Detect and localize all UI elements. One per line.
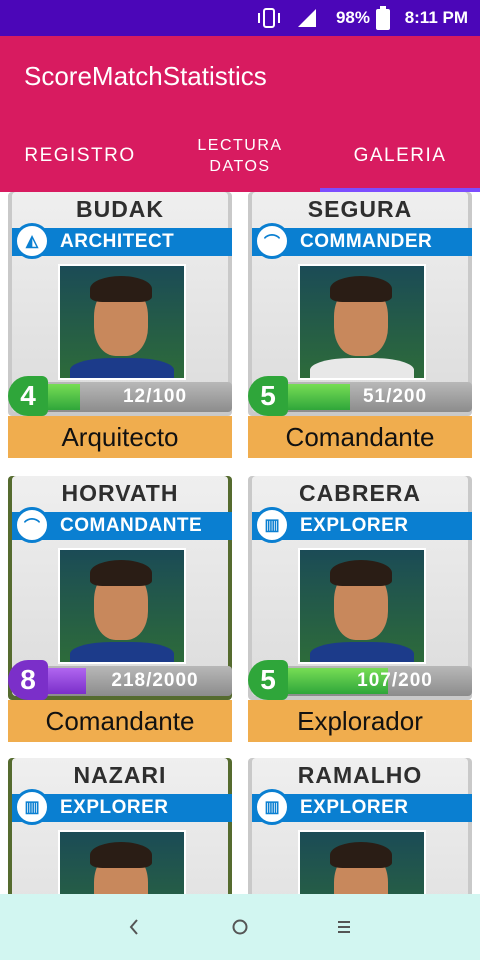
player-portrait — [298, 830, 426, 894]
tab-label: LECTURA DATOS — [197, 137, 283, 175]
tab-label: REGISTRO — [24, 145, 136, 166]
player-card[interactable]: RAMALHO EXPLORER ▥ — [248, 758, 472, 894]
card-label: Comandante — [248, 416, 472, 458]
player-card[interactable]: SEGURA COMMANDER ⌒ 51/200 5 Comandante — [248, 192, 472, 458]
status-bar: 98% 8:11 PM — [0, 0, 480, 36]
player-name: BUDAK — [75, 196, 165, 222]
architect-icon: ◭ — [14, 223, 50, 259]
home-button[interactable] — [210, 894, 270, 960]
player-card-image: CABRERA EXPLORER ▥ 107/200 5 — [248, 476, 472, 700]
xp-text: 51/200 — [362, 386, 428, 407]
player-portrait — [298, 264, 426, 380]
player-card-image: BUDAK ARCHITECT ◭ 12/100 4 — [8, 192, 232, 416]
back-button[interactable] — [104, 894, 164, 960]
gallery-grid[interactable]: BUDAK ARCHITECT ◭ 12/100 4 Arquitecto SE… — [0, 192, 480, 894]
circle-home-icon — [232, 919, 248, 935]
chevron-left-icon — [129, 919, 138, 935]
player-card[interactable]: BUDAK ARCHITECT ◭ 12/100 4 Arquitecto — [8, 192, 232, 458]
player-card[interactable]: HORVATH COMANDANTE ⌒ 218/2000 8 Comandan… — [8, 476, 232, 742]
map-icon: ▥ — [254, 507, 290, 543]
tab-galeria[interactable]: GALERIA — [320, 120, 480, 192]
player-card-image: NAZARI EXPLORER ▥ — [8, 758, 232, 894]
tab-registro[interactable]: REGISTRO — [0, 120, 160, 192]
player-name: HORVATH — [61, 480, 179, 506]
player-portrait — [58, 830, 186, 894]
battery-icon — [376, 0, 390, 36]
xp-text: 107/200 — [357, 670, 433, 691]
level-badge: 4 — [8, 376, 48, 416]
level-badge: 5 — [248, 660, 288, 700]
card-label: Comandante — [8, 700, 232, 742]
player-card-image: SEGURA COMMANDER ⌒ 51/200 5 — [248, 192, 472, 416]
tab-label: GALERIA — [353, 145, 447, 166]
player-name: RAMALHO — [297, 762, 423, 788]
player-portrait — [298, 548, 426, 664]
vibrate-icon — [256, 0, 282, 36]
recents-button[interactable] — [314, 894, 374, 960]
commander-cap-icon: ⌒ — [14, 507, 50, 543]
commander-cap-icon: ⌒ — [254, 223, 290, 259]
level-badge: 5 — [248, 376, 288, 416]
card-label: Arquitecto — [8, 416, 232, 458]
player-portrait — [58, 548, 186, 664]
xp-text: 12/100 — [122, 386, 188, 407]
player-card-image: RAMALHO EXPLORER ▥ — [248, 758, 472, 894]
player-portrait — [58, 264, 186, 380]
level-badge: 8 — [8, 660, 48, 700]
map-icon: ▥ — [254, 789, 290, 825]
battery-percent: 98% — [335, 8, 370, 27]
menu-lines-icon — [338, 921, 350, 933]
player-card[interactable]: CABRERA EXPLORER ▥ 107/200 5 Explorador — [248, 476, 472, 742]
system-nav-bar — [0, 894, 480, 960]
clock: 8:11 PM — [404, 8, 468, 27]
player-name: NAZARI — [73, 762, 167, 788]
signal-icon — [296, 0, 318, 36]
app-title: ScoreMatchStatistics — [24, 61, 267, 91]
tab-bar: REGISTRO LECTURA DATOS GALERIA — [0, 120, 480, 192]
card-label: Explorador — [248, 700, 472, 742]
player-card[interactable]: NAZARI EXPLORER ▥ — [8, 758, 232, 894]
player-name: CABRERA — [299, 480, 421, 506]
map-icon: ▥ — [14, 789, 50, 825]
xp-text: 218/2000 — [111, 670, 199, 691]
player-name: SEGURA — [307, 196, 413, 222]
player-card-image: HORVATH COMANDANTE ⌒ 218/2000 8 — [8, 476, 232, 700]
tab-lectura-datos[interactable]: LECTURA DATOS — [160, 120, 320, 192]
